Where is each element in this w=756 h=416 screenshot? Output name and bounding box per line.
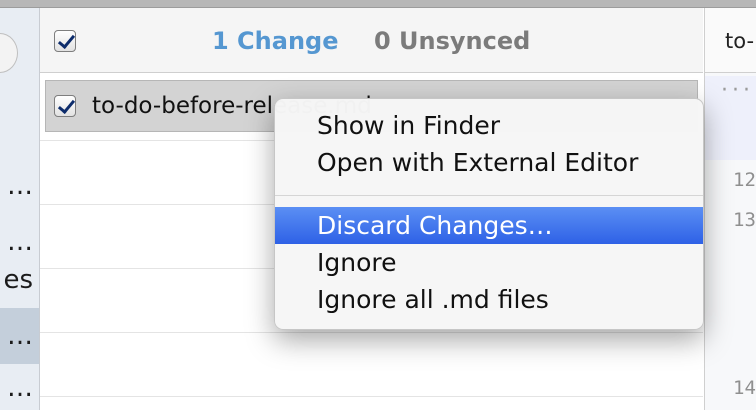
- file-checkbox[interactable]: [54, 95, 76, 117]
- changes-count-tab[interactable]: 1 Change: [212, 8, 339, 74]
- menu-item-ignore[interactable]: Ignore: [275, 244, 703, 281]
- line-number: 12: [733, 169, 756, 191]
- menu-item-ignore-all-md[interactable]: Ignore all .md files: [275, 281, 703, 318]
- sidebar: … … es … …: [0, 8, 40, 410]
- sidebar-item[interactable]: es: [0, 252, 39, 308]
- diff-panel: to- ··· 12 13 14: [704, 8, 756, 410]
- sidebar-item[interactable]: …: [0, 360, 39, 416]
- line-number: 14: [733, 377, 756, 399]
- unsynced-count-tab[interactable]: 0 Unsynced: [374, 8, 530, 74]
- diff-collapsed-marker[interactable]: ···: [721, 78, 754, 103]
- menu-item-show-in-finder[interactable]: Show in Finder: [275, 107, 703, 144]
- menu-separator: [275, 195, 703, 196]
- changes-header: 1 Change 0 Unsynced: [40, 8, 703, 73]
- sidebar-item[interactable]: …: [0, 158, 39, 214]
- select-all-checkbox[interactable]: [54, 30, 76, 52]
- diff-file-title: to-: [725, 29, 755, 53]
- sidebar-round-button[interactable]: [0, 33, 18, 73]
- list-divider: [40, 332, 703, 333]
- diff-header: to-: [705, 8, 756, 73]
- list-divider: [40, 396, 703, 397]
- line-number: 13: [733, 209, 756, 231]
- menu-item-open-external-editor[interactable]: Open with External Editor: [275, 144, 703, 181]
- window-top-edge: [0, 0, 756, 8]
- sidebar-item-selected[interactable]: …: [0, 308, 39, 364]
- context-menu: Show in Finder Open with External Editor…: [274, 98, 704, 330]
- menu-item-discard-changes[interactable]: Discard Changes…: [275, 207, 703, 244]
